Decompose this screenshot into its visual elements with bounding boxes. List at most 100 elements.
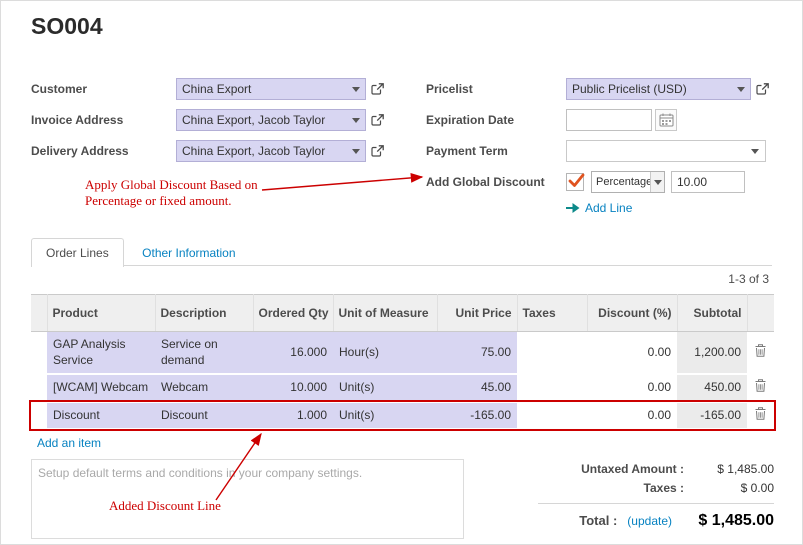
- check-icon: [570, 175, 583, 186]
- cell-description: Service on demand: [155, 332, 253, 375]
- col-header-discount: Discount (%): [587, 295, 677, 332]
- dropdown-caret-icon: [352, 87, 360, 92]
- row-handle: [31, 332, 47, 375]
- cell-uom: Hour(s): [333, 332, 437, 375]
- calendar-icon[interactable]: [655, 109, 677, 131]
- cell-qty: 16.000: [253, 332, 333, 375]
- cell-unit-price: -165.00: [437, 402, 517, 430]
- pager: 1-3 of 3: [728, 272, 769, 286]
- global-discount-label: Add Global Discount: [426, 175, 566, 189]
- cell-discount: 0.00: [587, 332, 677, 375]
- total-value: $ 1,485.00: [672, 512, 774, 530]
- delivery-address-label: Delivery Address: [31, 144, 176, 158]
- add-line-arrow-icon: [566, 203, 580, 213]
- order-line-row-discount[interactable]: Discount Discount 1.000 Unit(s) -165.00 …: [31, 402, 774, 430]
- dropdown-caret-icon: [737, 87, 745, 92]
- cell-qty: 1.000: [253, 402, 333, 430]
- cell-taxes: [517, 402, 587, 430]
- sale-order-page: SO004 Customer China Export Invoice Addr…: [0, 0, 803, 545]
- customer-label: Customer: [31, 82, 176, 96]
- cell-product: Discount: [47, 402, 155, 430]
- add-line-link[interactable]: Add Line: [566, 201, 778, 215]
- delete-row-icon[interactable]: [755, 407, 766, 420]
- order-line-row[interactable]: [WCAM] Webcam Webcam 10.000 Unit(s) 45.0…: [31, 374, 774, 402]
- pricelist-select[interactable]: Public Pricelist (USD): [566, 78, 751, 100]
- cell-description: Discount: [155, 402, 253, 430]
- form-right-column: Pricelist Public Pricelist (USD) Expirat…: [426, 77, 778, 215]
- totals-summary: Untaxed Amount : $ 1,485.00 Taxes : $ 0.…: [538, 462, 774, 530]
- cell-taxes: [517, 332, 587, 375]
- cell-product: GAP Analysis Service: [47, 332, 155, 375]
- cell-discount: 0.00: [587, 402, 677, 430]
- external-link-icon[interactable]: [371, 83, 384, 96]
- expiration-date-input[interactable]: [566, 109, 652, 131]
- payment-term-label: Payment Term: [426, 144, 566, 158]
- invoice-address-select[interactable]: China Export, Jacob Taylor: [176, 109, 366, 131]
- cell-qty: 10.000: [253, 374, 333, 402]
- cell-subtotal: -165.00: [677, 402, 747, 430]
- invoice-address-label: Invoice Address: [31, 113, 176, 127]
- invoice-address-value: China Export, Jacob Taylor: [182, 113, 348, 127]
- untaxed-amount-label: Untaxed Amount :: [538, 462, 696, 476]
- dropdown-caret-icon: [751, 149, 759, 154]
- cell-product: [WCAM] Webcam: [47, 374, 155, 402]
- tab-bar: Order Lines Other Information: [31, 238, 772, 266]
- cell-uom: Unit(s): [333, 402, 437, 430]
- order-line-row[interactable]: GAP Analysis Service Service on demand 1…: [31, 332, 774, 375]
- cell-subtotal: 1,200.00: [677, 332, 747, 375]
- add-item-row: Add an item: [31, 429, 774, 459]
- cell-unit-price: 45.00: [437, 374, 517, 402]
- totals-divider: [538, 503, 774, 504]
- cell-description: Webcam: [155, 374, 253, 402]
- row-handle: [31, 374, 47, 402]
- terms-textarea[interactable]: [31, 459, 464, 539]
- untaxed-amount-value: $ 1,485.00: [696, 462, 774, 476]
- col-header-subtotal: Subtotal: [677, 295, 747, 332]
- col-header-taxes: Taxes: [517, 295, 587, 332]
- col-header-delete: [747, 295, 774, 332]
- dropdown-caret-icon: [352, 118, 360, 123]
- table-header-row: Product Description Ordered Qty Unit of …: [31, 295, 774, 332]
- annotation-global-discount: Apply Global Discount Based on Percentag…: [85, 177, 285, 208]
- col-header-description: Description: [155, 295, 253, 332]
- total-label: Total :: [579, 513, 617, 528]
- add-an-item-link[interactable]: Add an item: [37, 436, 101, 450]
- discount-amount-input[interactable]: [671, 171, 745, 193]
- dropdown-caret-icon: [650, 172, 664, 192]
- pricelist-value: Public Pricelist (USD): [572, 82, 733, 96]
- cell-unit-price: 75.00: [437, 332, 517, 375]
- tab-order-lines[interactable]: Order Lines: [31, 238, 124, 267]
- order-lines-table: Product Description Ordered Qty Unit of …: [31, 294, 774, 460]
- page-title: SO004: [31, 13, 103, 40]
- cell-discount: 0.00: [587, 374, 677, 402]
- global-discount-checkbox[interactable]: [566, 173, 584, 191]
- discount-type-value: Percentage: [592, 172, 650, 192]
- tab-other-information[interactable]: Other Information: [128, 239, 249, 267]
- delivery-address-value: China Export, Jacob Taylor: [182, 144, 348, 158]
- discount-type-select[interactable]: Percentage: [591, 171, 665, 193]
- col-header-unit-of-measure: Unit of Measure: [333, 295, 437, 332]
- col-header-ordered-qty: Ordered Qty: [253, 295, 333, 332]
- customer-value: China Export: [182, 82, 348, 96]
- col-header-unit-price: Unit Price: [437, 295, 517, 332]
- delivery-address-select[interactable]: China Export, Jacob Taylor: [176, 140, 366, 162]
- external-link-icon[interactable]: [371, 145, 384, 158]
- col-header-product: Product: [47, 295, 155, 332]
- row-handle: [31, 402, 47, 430]
- col-header-handle: [31, 295, 47, 332]
- cell-taxes: [517, 374, 587, 402]
- cell-uom: Unit(s): [333, 374, 437, 402]
- update-total-link[interactable]: (update): [627, 514, 672, 528]
- cell-subtotal: 450.00: [677, 374, 747, 402]
- taxes-value: $ 0.00: [696, 481, 774, 495]
- external-link-icon[interactable]: [371, 114, 384, 127]
- add-line-label: Add Line: [585, 201, 632, 215]
- dropdown-caret-icon: [352, 149, 360, 154]
- delete-row-icon[interactable]: [755, 379, 766, 392]
- form-left-column: Customer China Export Invoice Address Ch…: [31, 77, 411, 170]
- delete-row-icon[interactable]: [755, 344, 766, 357]
- external-link-icon[interactable]: [756, 83, 769, 96]
- customer-select[interactable]: China Export: [176, 78, 366, 100]
- payment-term-select[interactable]: [566, 140, 766, 162]
- pricelist-label: Pricelist: [426, 82, 566, 96]
